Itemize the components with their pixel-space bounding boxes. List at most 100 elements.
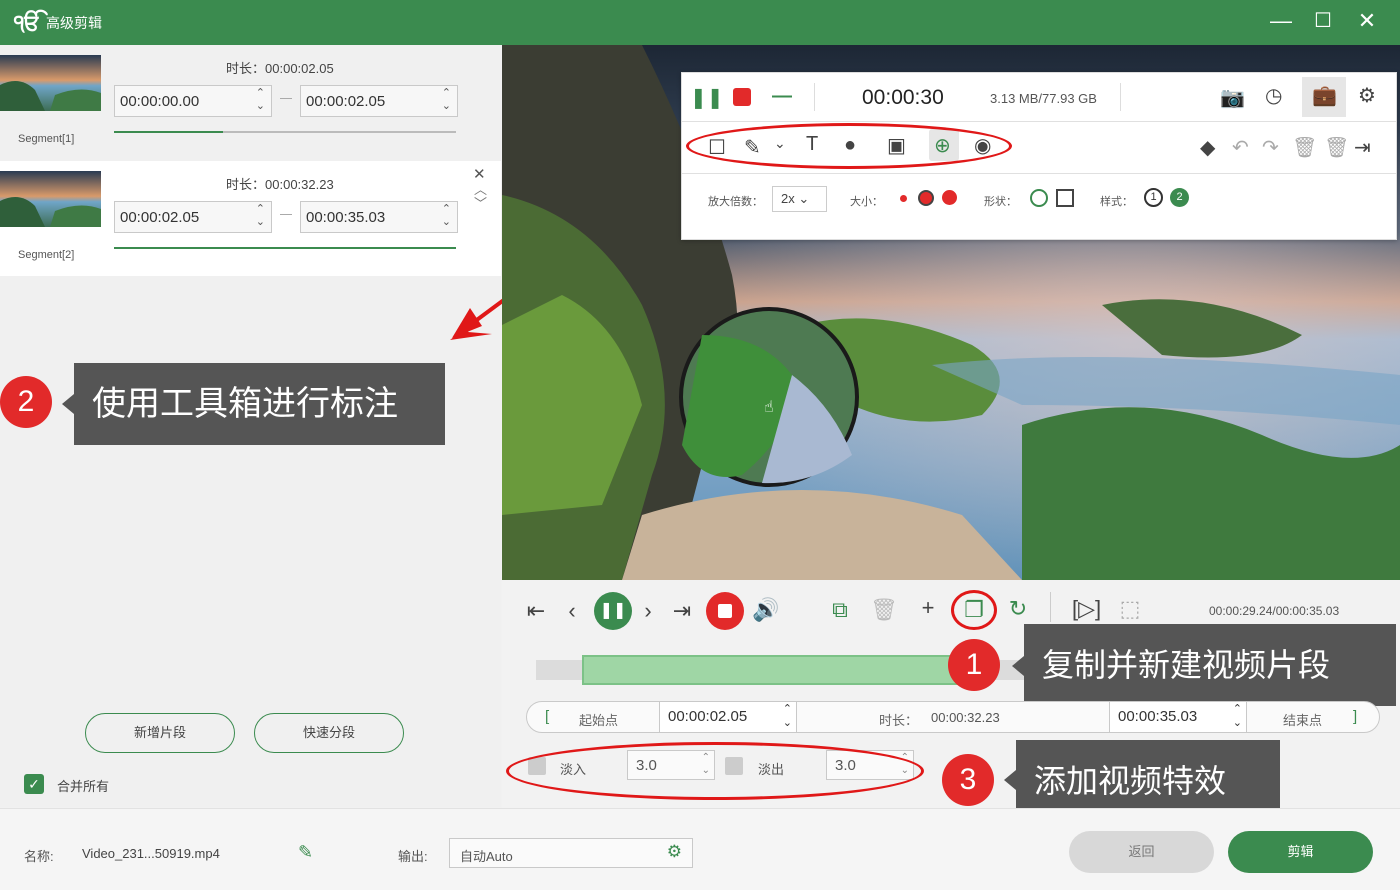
storage-usage: 3.13 MB/77.93 GB <box>990 91 1097 106</box>
segment-thumbnail <box>0 55 101 111</box>
end-point-label: 结束点 <box>1283 713 1323 728</box>
volume-icon[interactable]: 🔊 <box>752 597 780 623</box>
stepper-icon[interactable]: ⌃ ⌄ <box>442 87 451 113</box>
callout-pointer <box>1012 656 1024 676</box>
style-2-icon[interactable]: 2 <box>1170 188 1189 207</box>
output-settings-icon[interactable]: ⚙ <box>667 842 682 862</box>
toolbox-icon[interactable]: 💼 <box>1312 83 1337 108</box>
segment-name: Segment[2] <box>18 249 75 261</box>
trim-start-field[interactable]: 00:00:02.05 ⌃ ⌄ <box>659 701 797 733</box>
stepper-icon[interactable]: ⌃ ⌄ <box>256 87 265 113</box>
segment-start-field[interactable]: 00:00:00.00 ⌃ ⌄ <box>114 85 272 117</box>
size-large-dot[interactable] <box>942 190 957 205</box>
segment-progress-bar <box>114 247 456 249</box>
minimize-toolbar-icon[interactable]: — <box>772 85 792 108</box>
name-label: 名称: <box>24 849 54 864</box>
size-medium-dot[interactable] <box>918 190 934 206</box>
stop-record-icon[interactable] <box>733 88 751 106</box>
start-point-label: 起始点 <box>579 713 619 728</box>
duration-label: 时长： <box>879 713 919 728</box>
merge-all-checkbox[interactable]: ✓ <box>24 774 44 794</box>
segment-thumbnail <box>0 171 101 227</box>
start-bracket-icon[interactable]: [ <box>545 708 549 725</box>
merge-all-label: 合并所有 <box>57 779 110 794</box>
delete-segment-icon[interactable]: ✕ <box>473 165 486 183</box>
quick-split-button[interactable]: 快速分段 <box>254 713 404 753</box>
style-label: 样式： <box>1100 196 1133 208</box>
shape-label: 形状： <box>984 196 1017 208</box>
output-path-field[interactable]: 自动Auto ⚙ <box>449 838 693 868</box>
minimize-button[interactable]: — <box>1264 8 1298 34</box>
zoom-label: 放大倍数： <box>708 196 763 208</box>
app-logo-icon: ੴ <box>14 10 41 35</box>
close-button[interactable]: ✕ <box>1350 8 1384 34</box>
clear-icon[interactable]: 🗑 <box>1324 135 1349 160</box>
callout-pointer <box>1004 770 1016 790</box>
segment-name: Segment[1] <box>18 133 75 145</box>
output-label: 输出: <box>398 849 428 864</box>
redo-icon[interactable]: ↷ <box>1262 135 1279 160</box>
annotation-toolbar: ❚❚ — 00:00:30 3.13 MB/77.93 GB 📷 ◷ 💼 ⚙ ☐… <box>681 72 1397 240</box>
skip-end-icon[interactable]: ⇥ <box>668 598 696 624</box>
segment-item-2[interactable]: Segment[2] 时长：00:00:32.23 00:00:02.05 ⌃ ⌄ … <box>0 161 501 276</box>
divider <box>682 121 1396 122</box>
settings-icon[interactable]: ⚙ <box>1358 83 1376 108</box>
square-shape-icon[interactable] <box>1056 189 1074 207</box>
add-icon[interactable]: + <box>914 595 942 621</box>
fullscreen-icon[interactable]: ⬚ <box>1116 596 1144 622</box>
segment-start-field[interactable]: 00:00:02.05 ⌃ ⌄ <box>114 201 272 233</box>
segment-end-field[interactable]: 00:00:02.05 ⌃ ⌄ <box>300 85 458 117</box>
segment-duration: 时长：00:00:02.05 <box>226 61 334 76</box>
zoom-select[interactable]: 2x ⌄ <box>772 186 827 212</box>
next-frame-icon[interactable]: › <box>634 598 662 624</box>
timeline-selection[interactable] <box>582 655 960 685</box>
style-1-icon[interactable]: 1 <box>1144 188 1163 207</box>
exit-icon[interactable]: ⇥ <box>1354 135 1371 160</box>
cursor-icon: ☝ <box>764 399 774 416</box>
stepper-icon[interactable]: ⌃ ⌄ <box>256 203 265 229</box>
timer-icon[interactable]: ◷ <box>1265 83 1282 108</box>
delete-icon[interactable]: 🗑 <box>1292 135 1317 160</box>
callout-1-label: 复制并新建视频片段 <box>1024 624 1396 706</box>
split-icon[interactable]: ⧉ <box>826 597 854 623</box>
trim-end-field[interactable]: 00:00:35.03 ⌃ ⌄ <box>1109 701 1247 733</box>
toolbox-highlight-ring <box>686 123 1012 169</box>
size-label: 大小： <box>850 196 883 208</box>
segment-list-panel: Segment[1] 时长：00:00:02.05 00:00:00.00 ⌃ ⌄ … <box>0 45 501 807</box>
trim-duration: 00:00:32.23 <box>931 710 1000 725</box>
cut-button[interactable]: 剪辑 <box>1228 831 1373 873</box>
record-time: 00:00:30 <box>862 86 944 109</box>
new-segment-button[interactable]: 新增片段 <box>85 713 235 753</box>
skip-start-icon[interactable]: ⇤ <box>522 598 550 624</box>
callout-2-label: 使用工具箱进行标注 <box>74 363 445 445</box>
segment-end-field[interactable]: 00:00:35.03 ⌃ ⌄ <box>300 201 458 233</box>
effects-highlight-ring <box>506 742 924 800</box>
circle-shape-icon[interactable] <box>1030 189 1048 207</box>
eraser-icon[interactable]: ◆ <box>1200 135 1215 160</box>
divider <box>682 173 1396 174</box>
trim-bar: [ 起始点 00:00:02.05 ⌃ ⌄ 时长： 00:00:32.23 00:0… <box>526 701 1380 733</box>
maximize-button[interactable]: ☐ <box>1306 8 1340 33</box>
range-dash <box>280 214 292 215</box>
prev-frame-icon[interactable]: ‹ <box>558 598 586 624</box>
preview-segment-icon[interactable]: [▷] <box>1072 596 1101 622</box>
reset-icon[interactable]: ↻ <box>1004 596 1032 622</box>
pause-record-icon[interactable]: ❚❚ <box>690 85 724 110</box>
copy-highlight-ring <box>951 590 997 630</box>
callout-pointer <box>62 394 74 414</box>
back-button[interactable]: 返回 <box>1069 831 1214 873</box>
segment-progress-bar <box>114 131 456 133</box>
pause-button[interactable]: ❚❚ <box>594 592 632 630</box>
bottom-bar: 名称: Video_231...50919.mp4 ✎ 输出: 自动Auto ⚙ … <box>0 808 1400 890</box>
filename-text: Video_231...50919.mp4 <box>82 846 220 861</box>
undo-icon[interactable]: ↶ <box>1232 135 1249 160</box>
window-title: 高级剪辑 <box>46 15 102 31</box>
delete-clip-icon[interactable]: 🗑 <box>870 597 898 623</box>
size-small-dot[interactable] <box>900 195 907 202</box>
end-bracket-icon[interactable]: ] <box>1353 708 1357 725</box>
camera-icon[interactable]: 📷 <box>1220 85 1245 110</box>
stop-button[interactable] <box>706 592 744 630</box>
edit-name-icon[interactable]: ✎ <box>298 842 313 863</box>
callout-number-2: 2 <box>0 376 52 428</box>
segment-item-1[interactable]: Segment[1] 时长：00:00:02.05 00:00:00.00 ⌃ ⌄ … <box>0 45 501 160</box>
